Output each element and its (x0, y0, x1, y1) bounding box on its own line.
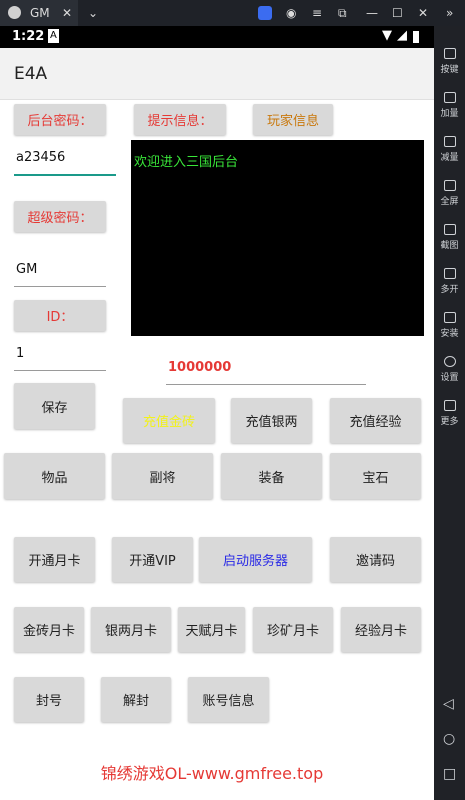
tab-dropdown-icon[interactable]: ⌄ (88, 0, 98, 26)
app-content: 后台密码： 提示信息： 玩家信息 a23456 欢迎进入三国后台 超级密码： G… (0, 100, 434, 800)
side-volume-down[interactable]: 减量 (434, 136, 465, 163)
expand-icon[interactable]: » (446, 0, 453, 26)
status-time: 1:22 (12, 29, 45, 44)
side-label: 更多 (440, 417, 459, 427)
window-mode-icon[interactable]: ⧉ (338, 0, 347, 26)
nav-back-icon[interactable]: ◁ (443, 696, 454, 712)
minimize-icon[interactable]: — (366, 0, 378, 26)
generals-button[interactable]: 副将 (112, 453, 213, 499)
talent-card-button[interactable]: 天赋月卡 (178, 607, 245, 652)
side-label: 多开 (440, 285, 459, 295)
monthly-card-button[interactable]: 开通月卡 (14, 537, 95, 582)
side-label: 截图 (440, 241, 459, 251)
close-window-icon[interactable]: ✕ (418, 0, 428, 26)
items-button[interactable]: 物品 (4, 453, 105, 499)
admin-password-label: 后台密码： (14, 104, 106, 135)
side-multi-instance[interactable]: 多开 (434, 268, 465, 295)
boost-icon[interactable] (258, 6, 272, 20)
gems-button[interactable]: 宝石 (330, 453, 421, 499)
recharge-exp-button[interactable]: 充值经验 (330, 398, 421, 443)
gold-card-button[interactable]: 金砖月卡 (14, 607, 84, 652)
side-settings[interactable]: 设置 (434, 356, 465, 383)
nav-home-icon[interactable]: ○ (443, 731, 455, 747)
volume-down-icon (443, 136, 456, 147)
start-server-button[interactable]: 启动服务器 (199, 537, 312, 582)
side-label: 按键 (440, 65, 459, 75)
side-more[interactable]: 更多 (434, 400, 465, 427)
status-indicator-icon: A (48, 29, 59, 43)
scissors-icon (443, 224, 456, 235)
emulator-title-bar: GM ✕ ⌄ ◉ ≡ ⧉ — ☐ ✕ » (0, 0, 465, 26)
save-button[interactable]: 保存 (14, 383, 95, 429)
more-icon (443, 400, 456, 411)
app-bar: E4A (0, 48, 434, 100)
ban-button[interactable]: 封号 (14, 677, 84, 722)
vip-button[interactable]: 开通VIP (112, 537, 193, 582)
app-title: E4A (14, 64, 48, 84)
status-bar: 1:22 A ▼ ◢ (0, 26, 434, 48)
admin-password-field[interactable]: a23456 (14, 150, 116, 176)
side-label: 设置 (440, 373, 459, 383)
unban-button[interactable]: 解封 (101, 677, 171, 722)
player-info-button[interactable]: 玩家信息 (253, 104, 333, 135)
hint-info-label: 提示信息： (134, 104, 226, 135)
emulator-side-panel: 按键 加量 减量 全屏 截图 多开 安装 设置 更多 ◁ ○ □ (434, 26, 465, 800)
side-keymap[interactable]: 按键 (434, 48, 465, 75)
gear-icon (443, 356, 456, 367)
side-install[interactable]: 安装 (434, 312, 465, 339)
maximize-icon[interactable]: ☐ (392, 0, 403, 26)
signal-icon: ◢ (397, 28, 407, 43)
menu-icon[interactable]: ≡ (312, 0, 322, 26)
nav-recents-icon[interactable]: □ (443, 766, 456, 782)
footer-link[interactable]: 锦绣游戏OL-www.gmfree.top (0, 760, 424, 784)
emulator-tab[interactable]: GM ✕ (0, 0, 78, 26)
recharge-silver-button[interactable]: 充值银两 (231, 398, 312, 443)
side-screenshot[interactable]: 截图 (434, 224, 465, 251)
tab-close-icon[interactable]: ✕ (62, 0, 72, 26)
install-icon (443, 312, 456, 323)
app-logo-icon (8, 6, 21, 19)
battery-icon (413, 31, 419, 43)
mine-card-button[interactable]: 珍矿月卡 (253, 607, 333, 652)
volume-up-icon (443, 92, 456, 103)
amount-field[interactable]: 1000000 (166, 360, 366, 385)
account-icon[interactable]: ◉ (286, 0, 296, 26)
side-volume-up[interactable]: 加量 (434, 92, 465, 119)
silver-card-button[interactable]: 银两月卡 (91, 607, 171, 652)
console-message: 欢迎进入三国后台 (134, 155, 239, 170)
multi-instance-icon (443, 268, 456, 279)
super-password-label: 超级密码： (14, 201, 106, 232)
recharge-gold-button[interactable]: 充值金砖 (123, 398, 215, 443)
keyboard-icon (443, 48, 456, 59)
side-label: 减量 (440, 153, 459, 163)
super-password-field[interactable]: GM (14, 262, 106, 287)
account-info-button[interactable]: 账号信息 (188, 677, 269, 722)
invite-code-button[interactable]: 邀请码 (330, 537, 421, 582)
id-label: ID： (14, 300, 106, 331)
side-label: 加量 (440, 109, 459, 119)
side-label: 安装 (440, 329, 459, 339)
exp-card-button[interactable]: 经验月卡 (341, 607, 421, 652)
id-field[interactable]: 1 (14, 346, 106, 371)
tab-title: GM (30, 6, 50, 20)
console-output: 欢迎进入三国后台 (131, 140, 424, 336)
equipment-button[interactable]: 装备 (221, 453, 322, 499)
wifi-icon: ▼ (382, 28, 392, 43)
side-fullscreen[interactable]: 全屏 (434, 180, 465, 207)
side-label: 全屏 (440, 197, 459, 207)
fullscreen-icon (443, 180, 456, 191)
